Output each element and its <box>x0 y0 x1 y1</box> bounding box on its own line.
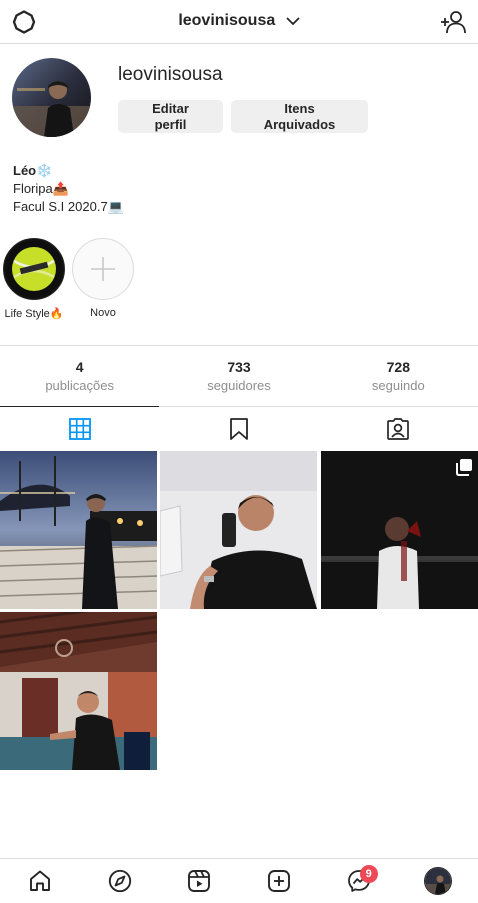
highlight-life-style[interactable]: Life Style🔥 <box>3 238 65 320</box>
tennis-ball-image <box>6 241 62 297</box>
highlight-label: Novo <box>90 307 116 319</box>
bio-line: Facul S.I 2020.7💻 <box>13 199 124 214</box>
nav-profile[interactable] <box>398 859 478 903</box>
nav-new-post[interactable] <box>239 859 319 903</box>
reels-icon <box>188 870 211 892</box>
tab-saved[interactable] <box>159 407 318 451</box>
nav-explore[interactable] <box>80 859 160 903</box>
profile-tabs <box>0 406 478 451</box>
bookmark-icon <box>230 418 248 440</box>
stat-followers[interactable]: 733 seguidores <box>159 346 318 406</box>
grid-icon <box>68 418 91 440</box>
profile-username: leovinisousa <box>118 64 223 85</box>
post-night-drink[interactable] <box>321 451 478 609</box>
post-bar-sitting[interactable] <box>0 612 157 770</box>
nav-reels[interactable] <box>159 859 239 903</box>
home-icon <box>29 870 50 891</box>
plus-icon <box>91 257 115 281</box>
stat-posts: 4 publicações <box>0 346 159 406</box>
header-username: leovinisousa <box>178 12 276 29</box>
highlight-cover <box>3 238 65 300</box>
chevron-down-icon <box>286 17 300 26</box>
stat-value: 4 <box>75 359 84 375</box>
stat-label: publicações <box>45 378 114 393</box>
highlight-new[interactable]: Novo <box>72 238 134 319</box>
explore-icon <box>108 869 131 893</box>
notification-badge: 9 <box>359 865 378 883</box>
bottom-nav: 9 <box>0 858 478 903</box>
bio-name: Léo❄️ <box>13 163 53 178</box>
profile-avatar-large[interactable] <box>12 58 91 137</box>
add-user-icon[interactable] <box>440 9 466 35</box>
post-selfie-mirror[interactable] <box>160 451 317 609</box>
tagged-icon <box>387 418 410 440</box>
new-post-icon <box>267 870 290 892</box>
bio-line: Floripa📤 <box>13 181 69 196</box>
profile-avatar-small <box>424 867 453 895</box>
bio: Léo❄️ Floripa📤 Facul S.I 2020.7💻 <box>13 162 124 216</box>
stats-bar: 4 publicações 733 seguidores 728 seguind… <box>0 345 478 407</box>
post-bridge-night[interactable] <box>0 451 157 609</box>
edit-profile-button[interactable]: Editar perfil <box>118 100 223 133</box>
stat-label: seguidores <box>207 378 271 393</box>
highlight-new-circle <box>72 238 134 300</box>
tab-tagged[interactable] <box>319 407 478 451</box>
nav-messenger[interactable]: 9 <box>319 859 399 903</box>
top-bar: leovinisousa <box>0 0 478 44</box>
multiple-images-icon <box>456 459 472 476</box>
stat-value: 733 <box>227 359 251 375</box>
stat-value: 728 <box>386 359 410 375</box>
stat-following[interactable]: 728 seguindo <box>319 346 478 406</box>
nav-home[interactable] <box>0 859 80 903</box>
account-switcher[interactable]: leovinisousa <box>0 12 478 30</box>
tab-grid[interactable] <box>0 406 160 451</box>
archived-items-button[interactable]: Itens Arquivados <box>231 100 368 133</box>
stat-label: seguindo <box>371 378 425 393</box>
edit-profile-label: Editar perfil <box>152 101 189 132</box>
archived-items-label: Itens Arquivados <box>263 101 336 132</box>
